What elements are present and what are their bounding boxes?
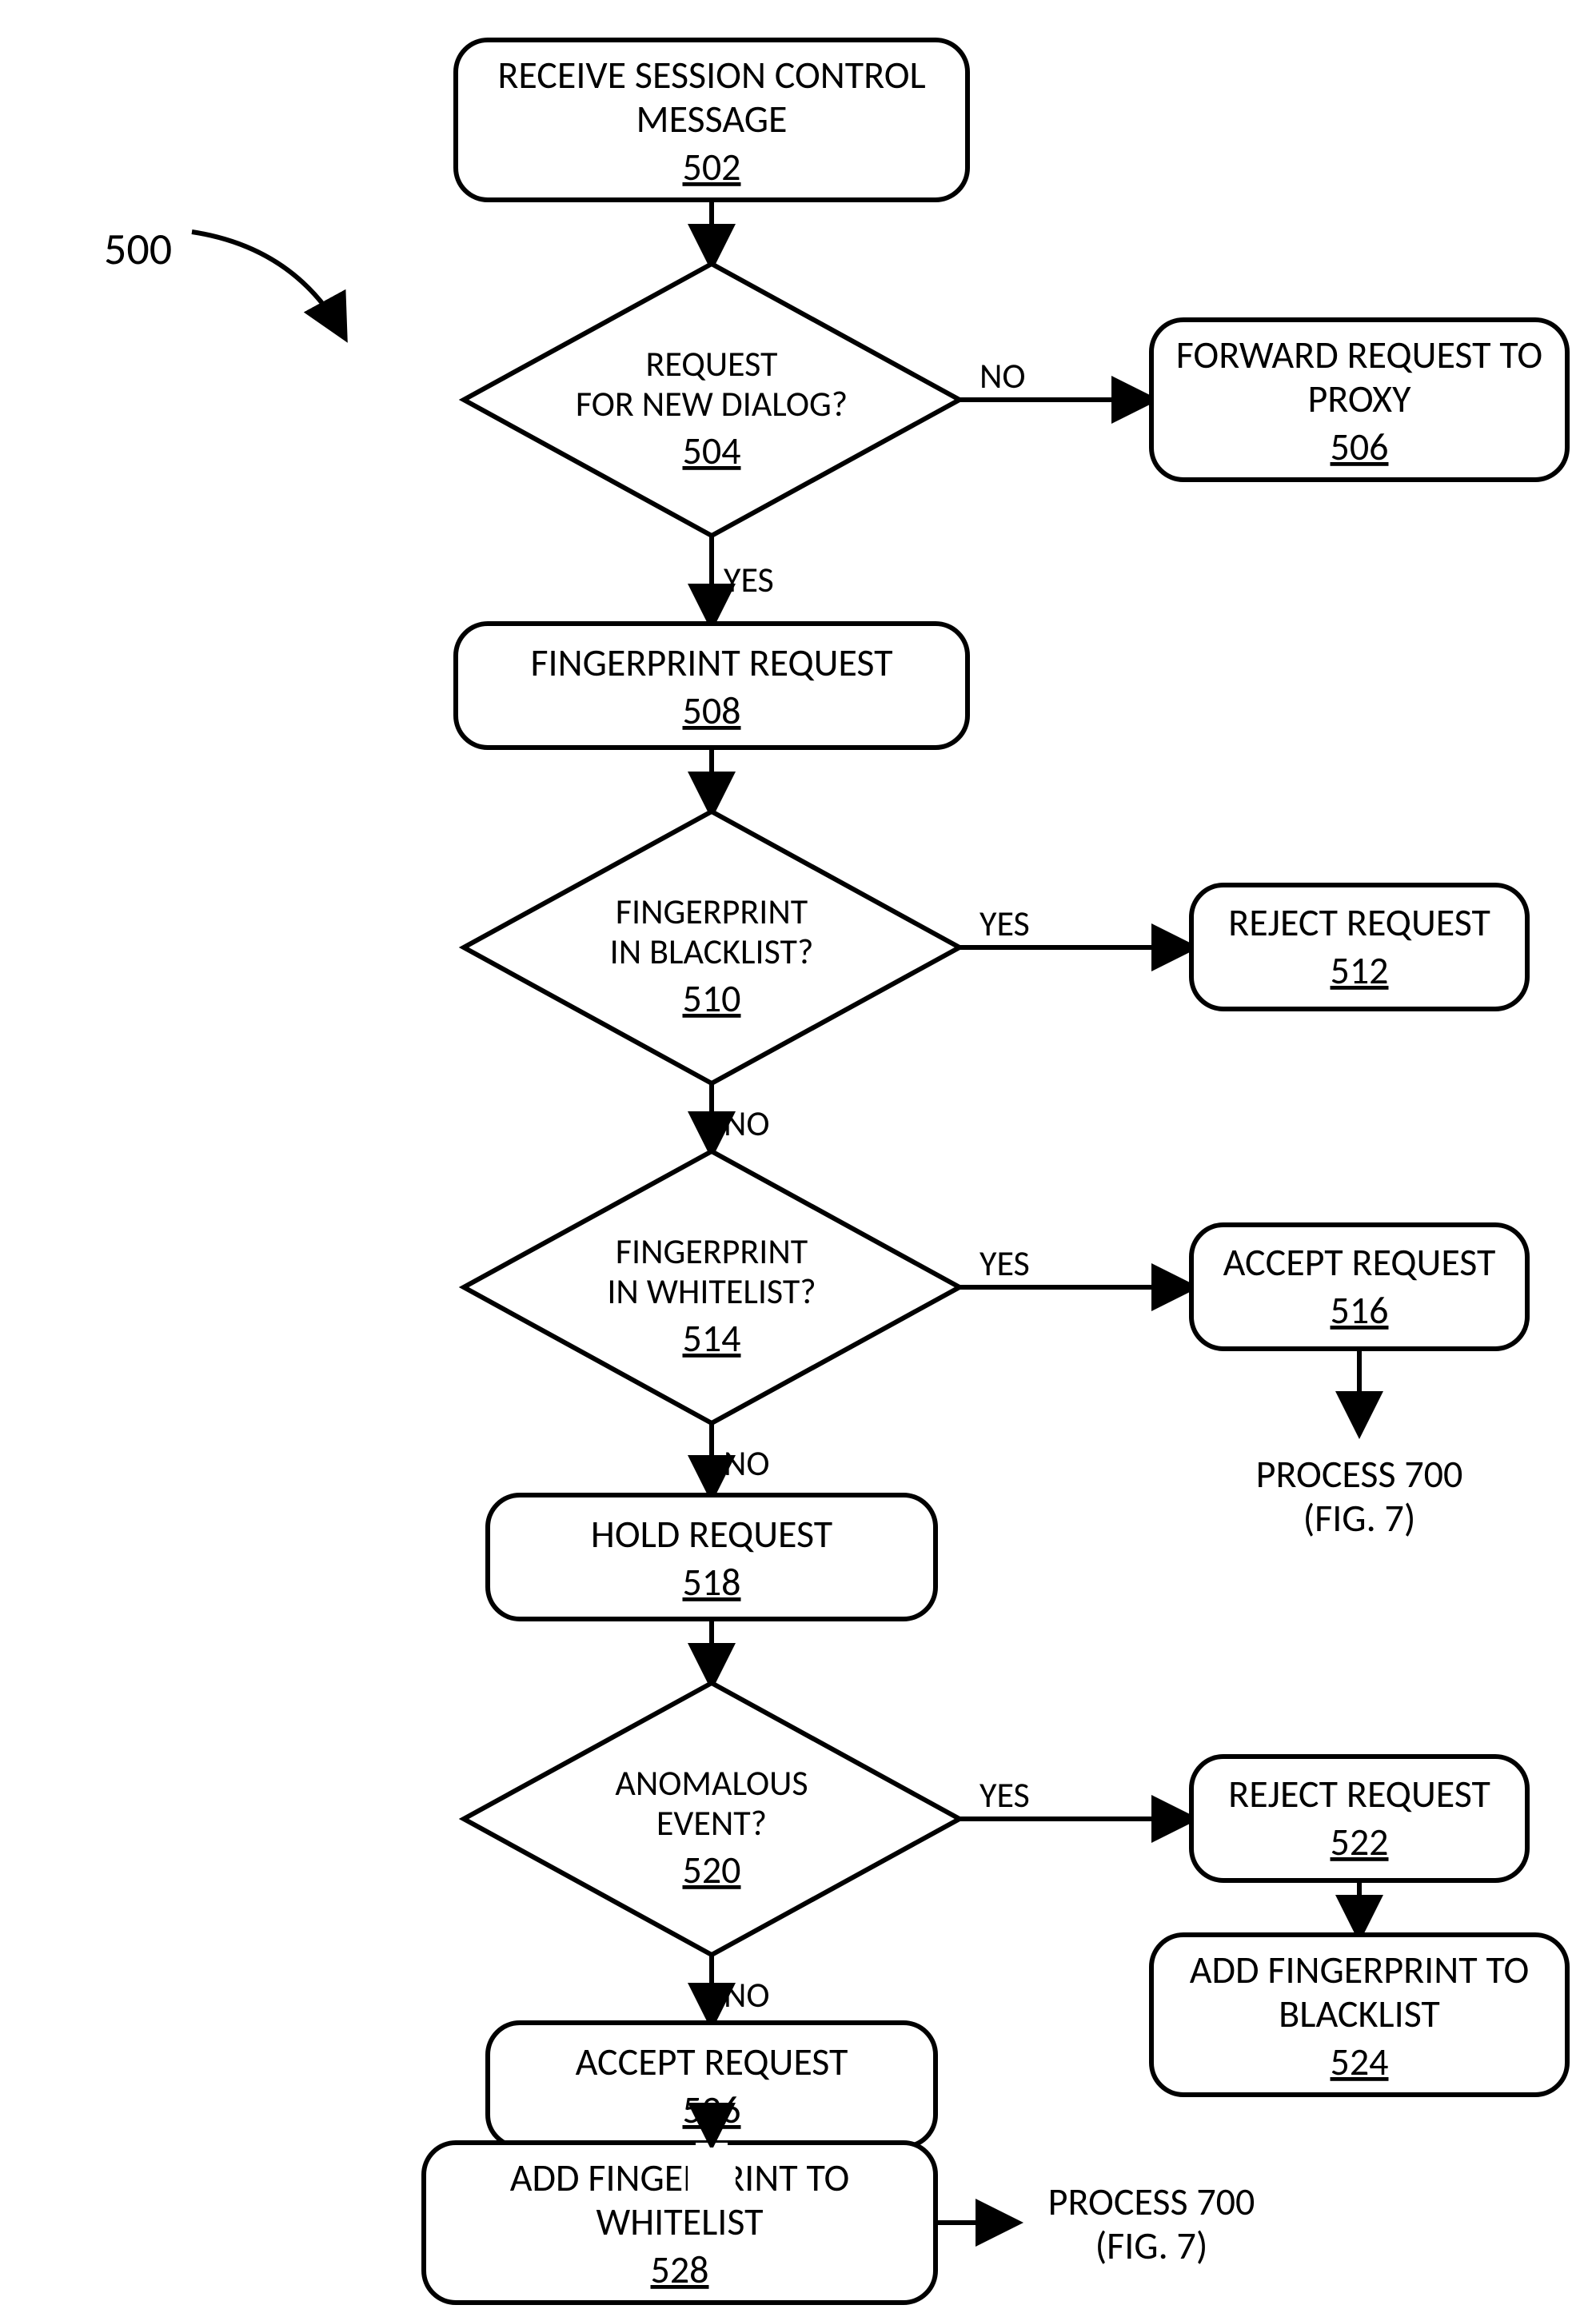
label-520-yes: YES <box>980 1773 1030 1816</box>
label-514-no: NO <box>724 1442 770 1485</box>
step-520-text-2: EVENT? <box>656 1801 767 1844</box>
flowchart: 500 RECEIVE SESSION CONTROL MESSAGE 502 … <box>0 0 1596 2309</box>
proc700-b-2: (FIG. 7) <box>1095 2222 1208 2269</box>
step-508-text: FINGERPRINT REQUEST <box>530 639 892 686</box>
step-524-ref: 524 <box>1331 2038 1389 2085</box>
step-504-text-2: FOR NEW DIALOG? <box>576 382 848 425</box>
step-512-ref: 512 <box>1331 947 1389 994</box>
step-502-text-1: RECEIVE SESSION CONTROL <box>497 51 925 98</box>
label-504-yes: YES <box>724 558 774 601</box>
step-528-text-2b: WHITELIST <box>597 2198 764 2245</box>
step-514-text-1: FINGERPRINT <box>616 1230 808 1273</box>
process-label: 500 <box>104 222 172 277</box>
label-510-no: NO <box>724 1102 770 1145</box>
label-514-yes: YES <box>980 1242 1030 1285</box>
step-504-ref: 504 <box>683 427 741 474</box>
step-522-ref: 522 <box>1331 1818 1389 1865</box>
step-502-ref: 502 <box>683 143 741 190</box>
step-520-text-1: ANOMALOUS <box>615 1761 808 1805</box>
step-510-text-1: FINGERPRINT <box>616 890 808 933</box>
step-506-text-2: PROXY <box>1308 375 1412 422</box>
step-510-ref: 510 <box>683 975 741 1022</box>
step-520-ref: 520 <box>683 1846 741 1893</box>
step-516-text: ACCEPT REQUEST <box>1223 1238 1496 1286</box>
proc700-b-1: PROCESS 700 <box>1048 2178 1255 2225</box>
step-510-text-2: IN BLACKLIST? <box>610 930 814 973</box>
proc700-a-1: PROCESS 700 <box>1256 1450 1463 1497</box>
step-502-text-2: MESSAGE <box>636 95 788 142</box>
step-518-ref: 518 <box>683 1558 741 1605</box>
step-522-text: REJECT REQUEST <box>1228 1770 1490 1817</box>
step-528-text-1b: ADD FINGERPRINT TO <box>510 2154 850 2201</box>
proc700-a-2: (FIG. 7) <box>1303 1494 1416 1541</box>
step-516-ref: 516 <box>1331 1286 1389 1334</box>
step-518-text: HOLD REQUEST <box>591 1510 832 1557</box>
label-504-no: NO <box>980 354 1026 397</box>
step-506-ref: 506 <box>1331 423 1389 470</box>
label-520-no: NO <box>724 1973 770 2016</box>
label-510-yes: YES <box>980 902 1030 945</box>
step-524-text-1: ADD FINGERPRINT TO <box>1190 1946 1530 1993</box>
step-512-text: REJECT REQUEST <box>1228 899 1490 946</box>
step-504-text-1: REQUEST <box>646 342 778 385</box>
step-514-text-2: IN WHITELIST? <box>607 1270 816 1313</box>
step-506-text-1: FORWARD REQUEST TO <box>1176 331 1542 378</box>
step-528-ref: 528 <box>651 2246 709 2293</box>
step-514-ref: 514 <box>683 1314 741 1362</box>
step-524-text-2: BLACKLIST <box>1279 1990 1440 2037</box>
step-508-ref: 508 <box>683 687 741 734</box>
process-label-arrow <box>192 232 344 336</box>
step-526-text: ACCEPT REQUEST <box>576 2038 848 2085</box>
